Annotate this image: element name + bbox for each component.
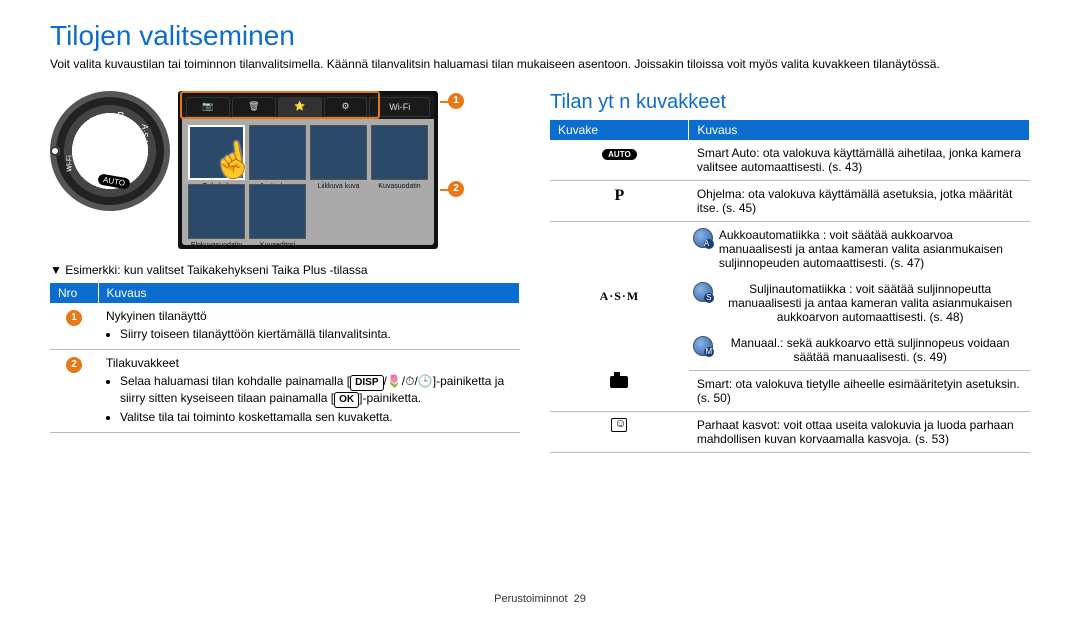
program-desc: Ohjelma: ota valokuva käyttämällä asetuk…	[689, 180, 1030, 221]
thumb-motion: Liikkuva kuva	[310, 125, 367, 180]
row2-badge: 2	[66, 357, 82, 373]
shutter-sub-icon	[693, 282, 713, 302]
bestface-desc: Parhaat kasvot: voit ottaa useita valoku…	[689, 411, 1030, 452]
right-section-title: Tilan yt n kuvakkeet	[550, 91, 1030, 114]
dial-wifi-label: Wi-Fi	[67, 155, 74, 171]
intro-text: Voit valita kuvaustilan tai toiminnon ti…	[50, 56, 1030, 73]
row2-bullet1: Selaa haluamasi tilan kohdalle painamall…	[120, 374, 512, 408]
auto-desc: Smart Auto: ota valokuva käyttämällä aih…	[689, 140, 1030, 181]
dial-auto-label: AUTO	[97, 173, 131, 189]
right-column: Tilan yt n kuvakkeet Kuvake Kuvaus AUTO …	[550, 91, 1030, 453]
dial-asm-label: A·S·M	[140, 124, 149, 147]
smart-mode-icon	[610, 376, 628, 388]
left-column: AUTO A·S·M Wi-Fi P S 👁 📷 🗑 ⭐ ⚙ Wi-Fi Tai…	[50, 91, 520, 453]
left-table: Nro Kuvaus 1 Nykyinen tilanäyttö Siirry …	[50, 283, 520, 433]
page-footer: Perustoiminnot 29	[50, 593, 1030, 605]
smart-desc: Smart: ota valokuva tietylle aiheelle es…	[689, 370, 1030, 411]
th-kuvake: Kuvake	[550, 120, 689, 140]
tab-wifi: Wi-Fi	[369, 97, 430, 117]
callout-1-icon: 1	[448, 93, 464, 109]
asm-s-desc: Suljinautomatiikka : voit säätää suljinn…	[689, 276, 1030, 330]
th-kuvaus: Kuvaus	[98, 283, 520, 303]
row1-bullet: Siirry toiseen tilanäyttöön kiertämällä …	[120, 327, 512, 341]
mode-dial: AUTO A·S·M Wi-Fi P S 👁	[50, 91, 170, 211]
aperture-sub-icon	[693, 228, 713, 248]
dial-p-label: P	[117, 111, 124, 122]
tab-gear: ⚙	[324, 97, 368, 117]
tab-trash: 🗑	[232, 97, 276, 117]
dial-s-icon: S	[94, 118, 104, 130]
disp-key: DISP	[350, 375, 383, 391]
row1-badge: 1	[66, 310, 82, 326]
thumb-split: Jaettu kuva	[249, 125, 306, 180]
row1-title: Nykyinen tilanäyttö	[106, 309, 207, 323]
example-caption: Esimerkki: kun valitset Taikakehykseni T…	[50, 263, 520, 277]
ok-key: OK	[334, 392, 359, 408]
th-kuvaus2: Kuvaus	[689, 120, 1030, 140]
footer-section: Perustoiminnot	[494, 593, 567, 605]
program-mode-icon: P	[615, 187, 625, 204]
page-title: Tilojen valitseminen	[50, 20, 1030, 52]
manual-sub-icon	[693, 336, 713, 356]
thumb-label: Kuvaeditori	[250, 242, 305, 249]
thumb-label: Elokuvasuodatin	[189, 242, 244, 249]
thumb-editor: Kuvaeditori	[249, 184, 306, 239]
row2-title: Tilakuvakkeet	[106, 356, 179, 370]
asm-mode-icon: A·S·M	[600, 289, 640, 303]
touch-hand-icon: ☝	[209, 137, 258, 184]
footer-page: 29	[574, 593, 586, 605]
tab-camera: 📷	[186, 97, 230, 117]
bestface-mode-icon	[611, 418, 627, 432]
thumb-photofilter: Kuvasuodatin	[371, 125, 428, 180]
dial-eye-icon: 👁	[72, 135, 87, 150]
thumb-moviefilter: Elokuvasuodatin	[188, 184, 245, 239]
auto-mode-icon: AUTO	[602, 149, 637, 160]
right-table: Kuvake Kuvaus AUTO Smart Auto: ota valok…	[550, 120, 1030, 453]
asm-a-desc: Aukkoautomatiikka : voit säätää aukkoarv…	[689, 221, 1030, 276]
asm-m-desc: Manuaal.: sekä aukkoarvo että suljinnope…	[689, 330, 1030, 371]
row2-bullet2: Valitse tila tai toiminto koskettamalla …	[120, 410, 512, 424]
row2-desc: Tilakuvakkeet Selaa haluamasi tilan kohd…	[98, 349, 520, 432]
th-nro: Nro	[50, 283, 98, 303]
touchscreen-preview: 📷 🗑 ⭐ ⚙ Wi-Fi Taikakeh Jaettu kuva Liikk…	[178, 91, 438, 249]
callout-2-icon: 2	[448, 181, 464, 197]
tab-star: ⭐	[278, 97, 322, 117]
row1-desc: Nykyinen tilanäyttö Siirry toiseen tilan…	[98, 303, 520, 350]
